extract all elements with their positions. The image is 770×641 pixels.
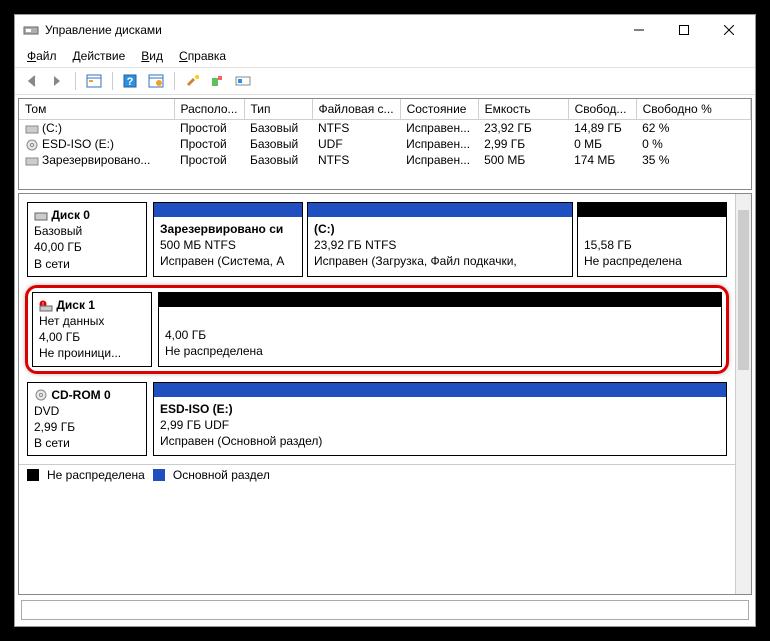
- menu-view[interactable]: Вид: [135, 47, 169, 65]
- drive-icon: [25, 123, 39, 135]
- menubar: Файл Действие Вид Справка: [15, 45, 755, 67]
- col-type[interactable]: Тип: [244, 99, 312, 120]
- minimize-button[interactable]: [616, 16, 661, 44]
- legend: Не распределена Основной раздел: [19, 464, 735, 485]
- app-icon: [23, 22, 39, 38]
- scrollbar[interactable]: [735, 194, 751, 594]
- close-button[interactable]: [706, 16, 751, 44]
- partition[interactable]: ESD-ISO (E:)2,99 ГБ UDFИсправен (Основно…: [153, 382, 727, 457]
- col-fs[interactable]: Файловая с...: [312, 99, 400, 120]
- drive-icon: [25, 155, 39, 167]
- toolbar: ?: [15, 67, 755, 95]
- partition-unallocated[interactable]: 4,00 ГБНе распределена: [158, 292, 722, 367]
- disk-info[interactable]: ! Диск 1 Нет данных 4,00 ГБ Не проиници.…: [32, 292, 152, 367]
- menu-help[interactable]: Справка: [173, 47, 232, 65]
- window: Управление дисками Файл Действие Вид Спр…: [14, 14, 756, 627]
- col-freepct[interactable]: Свободно %: [636, 99, 750, 120]
- legend-label: Не распределена: [47, 468, 145, 482]
- legend-swatch-unallocated: [27, 469, 39, 481]
- disk-row-2: CD-ROM 0 DVD 2,99 ГБ В сети ESD-ISO (E:)…: [27, 382, 727, 457]
- col-free[interactable]: Свобод...: [568, 99, 636, 120]
- maximize-button[interactable]: [661, 16, 706, 44]
- menu-file[interactable]: Файл: [21, 47, 63, 65]
- col-layout[interactable]: Располо...: [174, 99, 244, 120]
- partition-unallocated[interactable]: 15,58 ГБНе распределена: [577, 202, 727, 277]
- help-icon[interactable]: ?: [120, 70, 142, 92]
- statusbar: [21, 600, 749, 620]
- partition[interactable]: (C:)23,92 ГБ NTFSИсправен (Загрузка, Фай…: [307, 202, 573, 277]
- list-icon[interactable]: [83, 70, 105, 92]
- disk-info[interactable]: Диск 0 Базовый 40,00 ГБ В сети: [27, 202, 147, 277]
- disk-row-1-highlighted: ! Диск 1 Нет данных 4,00 ГБ Не проиници.…: [25, 285, 729, 374]
- table-row[interactable]: ESD-ISO (E:) ПростойБазовыйUDFИсправен..…: [19, 136, 751, 152]
- partition[interactable]: Зарезервировано си500 МБ NTFSИсправен (С…: [153, 202, 303, 277]
- menu-action[interactable]: Действие: [67, 47, 132, 65]
- col-capacity[interactable]: Емкость: [478, 99, 568, 120]
- svg-text:?: ?: [127, 76, 134, 88]
- window-title: Управление дисками: [45, 23, 616, 37]
- col-status[interactable]: Состояние: [400, 99, 478, 120]
- tool-icon-2[interactable]: [207, 70, 229, 92]
- tool-icon-1[interactable]: [182, 70, 204, 92]
- forward-button[interactable]: [46, 70, 68, 92]
- legend-swatch-primary: [153, 469, 165, 481]
- back-button[interactable]: [21, 70, 43, 92]
- titlebar: Управление дисками: [15, 15, 755, 45]
- volume-list[interactable]: Том Располо... Тип Файловая с... Состоян…: [18, 98, 752, 190]
- col-volume[interactable]: Том: [19, 99, 174, 120]
- disk-row-0: Диск 0 Базовый 40,00 ГБ В сети Зарезерви…: [27, 202, 727, 277]
- disk-info[interactable]: CD-ROM 0 DVD 2,99 ГБ В сети: [27, 382, 147, 457]
- table-row[interactable]: Зарезервировано... ПростойБазовыйNTFSИсп…: [19, 152, 751, 168]
- legend-label: Основной раздел: [173, 468, 270, 482]
- tool-icon-3[interactable]: [232, 70, 254, 92]
- refresh-icon[interactable]: [145, 70, 167, 92]
- disk-map: Диск 0 Базовый 40,00 ГБ В сети Зарезерви…: [18, 193, 752, 595]
- disc-icon: [25, 139, 39, 151]
- table-row[interactable]: (C:) ПростойБазовыйNTFSИсправен...23,92 …: [19, 120, 751, 137]
